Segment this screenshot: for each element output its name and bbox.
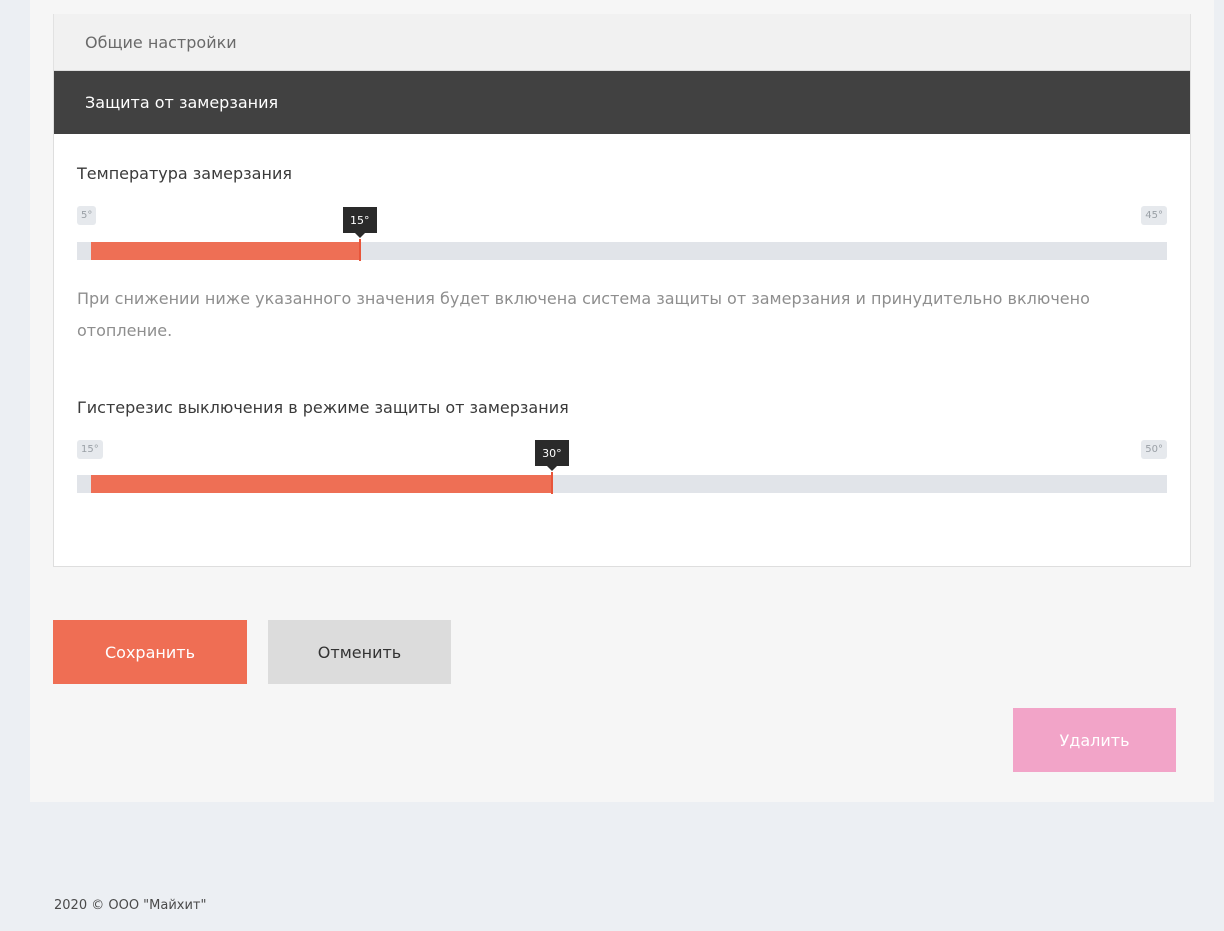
section-general-label: Общие настройки <box>85 32 237 52</box>
hysteresis-label: Гистерезис выключения в режиме защиты от… <box>77 398 569 417</box>
hysteresis-slider[interactable]: 30° <box>77 440 1167 494</box>
freeze-temp-min: 5° <box>77 206 97 225</box>
hysteresis-handle[interactable] <box>551 472 554 494</box>
freeze-temp-handle[interactable] <box>359 239 361 261</box>
hysteresis-fill <box>91 475 553 493</box>
section-frost-header[interactable]: Защита от замерзания <box>54 71 1190 134</box>
hysteresis-value-tooltip: 30° <box>535 440 569 471</box>
settings-card: Общие настройки Защита от замерзания Тем… <box>30 0 1214 802</box>
freeze-temp-slider[interactable]: 15° <box>77 207 1167 261</box>
freeze-help-text: При снижении ниже указанного значения бу… <box>77 289 1090 340</box>
section-general-settings[interactable]: Общие настройки <box>53 14 1191 70</box>
cancel-button[interactable]: Отменить <box>268 620 451 684</box>
save-button[interactable]: Сохранить <box>53 620 247 684</box>
hysteresis-max: 50° <box>1141 440 1167 459</box>
delete-button[interactable]: Удалить <box>1013 708 1176 772</box>
footer-copyright: 2020 © ООО "Майхит" <box>54 898 207 913</box>
section-frost-label: Защита от замерзания <box>85 93 279 112</box>
section-frost-protection: Защита от замерзания Температура замерза… <box>53 70 1191 567</box>
hysteresis-min: 15° <box>77 440 103 459</box>
freeze-temp-fill <box>91 242 360 260</box>
freeze-temp-value-tooltip: 15° <box>343 207 377 238</box>
freeze-temp-label: Температура замерзания <box>77 164 292 183</box>
freeze-temp-max: 45° <box>1141 206 1167 225</box>
